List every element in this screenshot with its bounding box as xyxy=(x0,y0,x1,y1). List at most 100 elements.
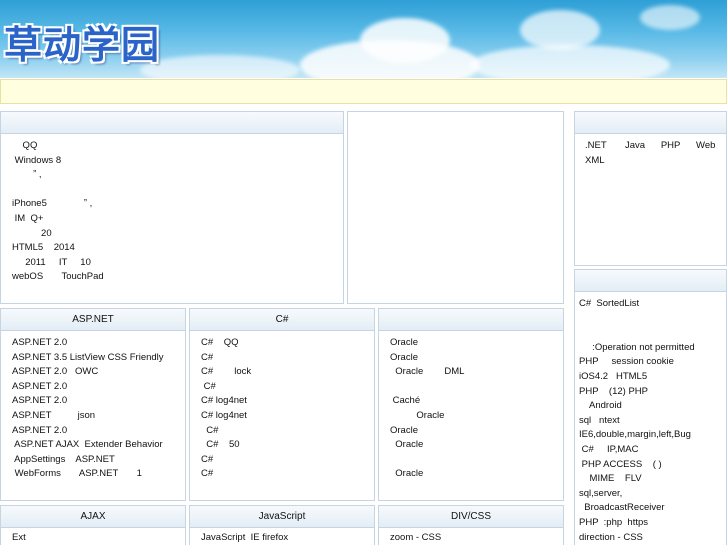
aspnet-panel: ASP.NET ASP.NET 2.0 ASP.NET 3.5 ListView … xyxy=(0,308,186,501)
javascript-panel: JavaScript JavaScript IE firefox xyxy=(189,505,375,545)
article-link[interactable]: direction - CSS xyxy=(579,532,643,543)
list-item: Oracle xyxy=(390,336,563,351)
article-link[interactable]: C# SortedList xyxy=(579,298,639,309)
list-item: iPhone5 ˮ , xyxy=(12,197,343,212)
list-item: ASP.NET 2.0 xyxy=(12,424,185,439)
article-link[interactable]: PHP :php https xyxy=(579,517,648,528)
list-item: ASP.NET 3.5 ListView CSS Friendly xyxy=(12,351,185,366)
article-link[interactable]: BroadcastReceiver xyxy=(579,502,664,513)
article-link[interactable]: iPhone5 ˮ , xyxy=(12,198,92,209)
article-link[interactable]: sql ntext xyxy=(579,415,620,426)
article-link[interactable]: C# IP,MAC xyxy=(579,444,639,455)
article-link[interactable]: MIME FLV xyxy=(579,473,642,484)
article-link[interactable]: Oracle xyxy=(390,439,423,450)
article-link[interactable]: PHP session cookie xyxy=(579,356,674,367)
list-item: IE6,double,margin,left,Bug xyxy=(579,428,726,443)
banner-cloud xyxy=(520,10,600,50)
article-link[interactable]: ASP.NET 2.0 OWC xyxy=(12,366,98,377)
header-banner: 草动学园 xyxy=(0,0,727,78)
article-link[interactable]: Windows 8 xyxy=(12,155,61,166)
list-item: Oracle xyxy=(390,467,563,482)
article-link[interactable]: ASP.NET 2.0 xyxy=(12,381,67,392)
article-link[interactable]: Oracle xyxy=(390,425,418,436)
article-link[interactable]: JavaScript IE firefox xyxy=(201,532,288,543)
article-link[interactable]: Oracle DML xyxy=(390,366,464,377)
article-link[interactable]: Oracle xyxy=(390,352,418,363)
list-item: WebForms ASP.NET 1 xyxy=(12,467,185,482)
javascript-panel-title[interactable]: JavaScript xyxy=(190,506,374,528)
list-item: webOS TouchPad xyxy=(12,270,343,285)
article-link[interactable]: zoom - CSS xyxy=(390,532,441,543)
article-link[interactable]: 20 xyxy=(12,228,52,239)
article-link[interactable]: Caché xyxy=(390,395,420,406)
article-link[interactable]: Oracle xyxy=(390,337,418,348)
article-link[interactable]: HTML5 2014 xyxy=(12,242,75,253)
list-item: Oracle xyxy=(390,438,563,453)
article-link[interactable]: IE6,double,margin,left,Bug xyxy=(579,429,691,440)
list-item xyxy=(390,380,563,395)
list-item: C# xyxy=(201,351,374,366)
article-link[interactable]: ASP.NET json xyxy=(12,410,95,421)
article-link[interactable]: PHP ACCESS ( ) xyxy=(579,459,662,470)
list-item: ASP.NET json xyxy=(12,409,185,424)
csharp-panel-title[interactable]: C# xyxy=(190,309,374,331)
list-item: C# xyxy=(201,453,374,468)
article-link[interactable]: Oracle xyxy=(390,410,444,421)
article-link[interactable]: Android xyxy=(579,400,622,411)
list-item: Oracle xyxy=(390,409,563,424)
article-link[interactable]: iOS4.2 HTML5 xyxy=(579,371,647,382)
list-item: HTML5 2014 xyxy=(12,241,343,256)
article-link[interactable]: XML xyxy=(585,155,605,166)
list-item: iOS4.2 HTML5 xyxy=(579,370,726,385)
featured-list: QQ Windows 8 ˮ , iPhone5 ˮ , IM Q+ 20 HTML… xyxy=(1,134,343,285)
article-link[interactable]: C# xyxy=(201,454,213,465)
divcss-panel-title[interactable]: DIV/CSS xyxy=(379,506,563,528)
article-link[interactable]: webOS TouchPad xyxy=(12,271,104,282)
article-link[interactable]: QQ xyxy=(12,140,38,151)
article-link[interactable]: ASP.NET 2.0 xyxy=(12,395,67,406)
list-item: ASP.NET 2.0 xyxy=(12,380,185,395)
list-item: C# SortedList xyxy=(579,297,726,312)
article-link[interactable]: C# xyxy=(201,352,213,363)
article-link[interactable]: :Operation not permitted xyxy=(579,342,694,353)
article-link[interactable]: ASP.NET 2.0 xyxy=(12,337,67,348)
list-item: C# QQ xyxy=(201,336,374,351)
article-link[interactable]: sql,server, xyxy=(579,488,622,499)
article-link[interactable]: AppSettings ASP.NET xyxy=(12,454,115,465)
article-link[interactable]: C# QQ xyxy=(201,337,238,348)
list-item: PHP :php https xyxy=(579,516,726,531)
article-link[interactable]: ASP.NET AJAX Extender Behavior xyxy=(12,439,163,450)
banner-cloud xyxy=(640,5,700,30)
article-link[interactable]: WebForms ASP.NET 1 xyxy=(12,468,142,479)
article-link[interactable]: C# log4net xyxy=(201,395,247,406)
list-item: AppSettings ASP.NET xyxy=(12,453,185,468)
article-link[interactable]: IM Q+ xyxy=(12,213,44,224)
article-link[interactable]: C# lock xyxy=(201,366,251,377)
database-panel-title[interactable] xyxy=(379,309,563,331)
article-link[interactable]: ASP.NET 3.5 ListView CSS Friendly xyxy=(12,352,164,363)
list-item xyxy=(579,312,726,327)
article-link[interactable]: Oracle xyxy=(390,468,423,479)
list-item: 20 xyxy=(12,227,343,242)
aspnet-panel-title[interactable]: ASP.NET xyxy=(1,309,185,331)
list-item: PHP (12) PHP xyxy=(579,385,726,400)
middle-panel xyxy=(347,111,564,304)
article-link[interactable]: C# 50 xyxy=(201,439,239,450)
article-link[interactable]: Ext xyxy=(12,532,26,543)
divcss-panel: DIV/CSS zoom - CSS xyxy=(378,505,564,545)
article-link[interactable]: C# xyxy=(201,468,213,479)
site-logo[interactable]: 草动学园 xyxy=(4,14,160,69)
article-link[interactable]: C# xyxy=(201,381,216,392)
ajax-panel: AJAX Ext xyxy=(0,505,186,545)
article-link[interactable]: ASP.NET 2.0 xyxy=(12,425,67,436)
article-link[interactable]: PHP (12) PHP xyxy=(579,386,648,397)
article-link[interactable]: ˮ , xyxy=(12,169,41,180)
database-list: Oracle Oracle Oracle DML Caché Oracle Orac… xyxy=(379,331,563,482)
topics-panel-title xyxy=(575,112,726,134)
article-link[interactable]: C# log4net xyxy=(201,410,247,421)
list-item xyxy=(390,453,563,468)
article-link[interactable]: .NET Java PHP Web xyxy=(585,140,715,151)
article-link[interactable]: C# xyxy=(201,425,218,436)
article-link[interactable]: 2011 IT 10 xyxy=(12,257,91,268)
ajax-panel-title[interactable]: AJAX xyxy=(1,506,185,528)
